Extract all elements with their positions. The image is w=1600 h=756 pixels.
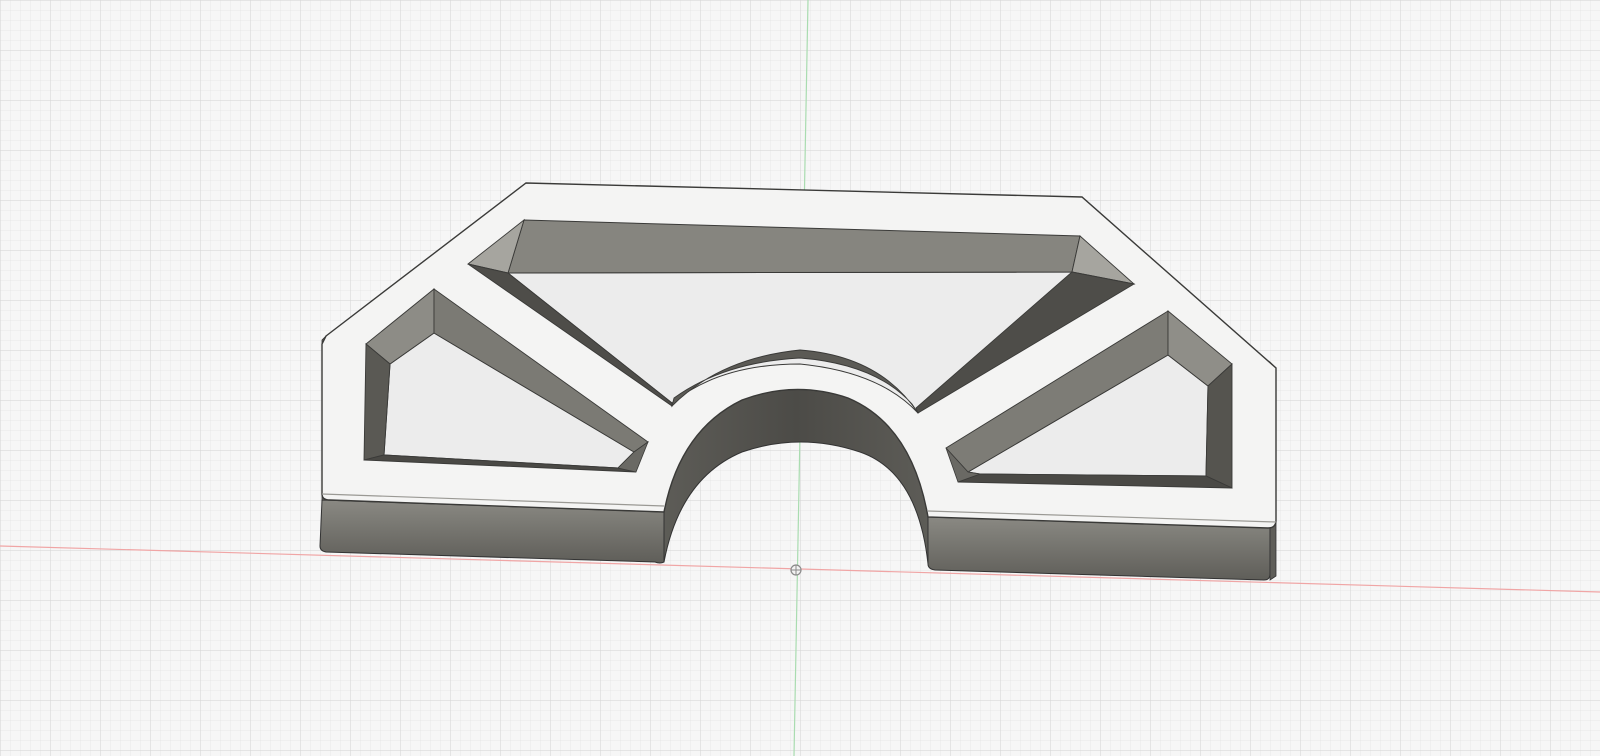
- 3d-viewport[interactable]: [0, 0, 1600, 756]
- origin-point-icon[interactable]: [790, 564, 802, 576]
- viewport-canvas[interactable]: [0, 0, 1600, 756]
